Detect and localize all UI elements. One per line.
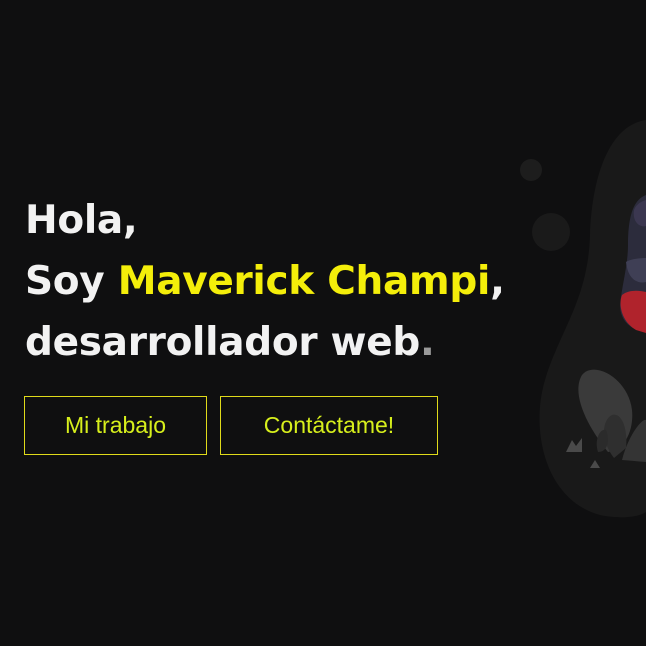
- hero-headline: Hola, Soy Maverick Champi, desarrollador…: [25, 190, 505, 373]
- decor-circle-small: [520, 159, 542, 181]
- greeting-text: Hola,: [25, 198, 138, 243]
- contact-button[interactable]: Contáctame!: [220, 396, 438, 455]
- intro-suffix: ,: [490, 259, 505, 304]
- my-work-button[interactable]: Mi trabajo: [24, 396, 207, 455]
- intro-line: Soy Maverick Champi,: [25, 251, 505, 312]
- greeting-line: Hola,: [25, 190, 505, 251]
- intro-prefix: Soy: [25, 259, 118, 304]
- role-text: desarrollador web: [25, 320, 421, 365]
- decor-circle-medium: [532, 213, 570, 251]
- role-dot: .: [420, 320, 435, 365]
- hero-section: Hola, Soy Maverick Champi, desarrollador…: [0, 0, 646, 646]
- name-highlight: Maverick Champi: [117, 259, 491, 304]
- role-line: desarrollador web.: [25, 312, 505, 373]
- hero-buttons: Mi trabajo Contáctame!: [24, 396, 438, 455]
